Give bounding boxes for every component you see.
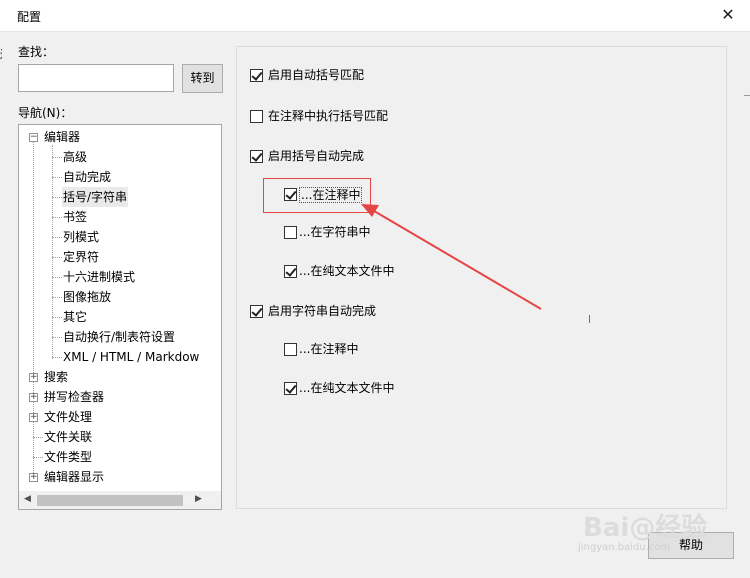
tree-connector — [52, 277, 62, 278]
checkbox[interactable] — [250, 69, 263, 82]
option-label: 在注释中执行括号匹配 — [268, 109, 389, 123]
tree-item-wrap-tabs[interactable]: 自动换行/制表符设置 — [63, 327, 175, 347]
scroll-right-icon[interactable]: ▶ — [190, 491, 207, 508]
option-label: 启用自动括号匹配 — [268, 68, 365, 82]
tree-line-root — [33, 141, 34, 479]
scroll-thumb[interactable] — [37, 495, 183, 506]
watermark-url: jingyan.baidu.com — [578, 542, 671, 553]
dialog-title: 配置 — [17, 10, 42, 24]
annotation-arrow — [361, 204, 542, 310]
tree-connector — [52, 357, 62, 358]
tree-connector — [52, 337, 62, 338]
tree-item-file-associations[interactable]: 文件关联 — [44, 427, 92, 447]
collapse-icon[interactable]: − — [29, 133, 38, 142]
close-icon[interactable]: ✕ — [718, 5, 738, 25]
tree-item-column-mode[interactable]: 列模式 — [63, 227, 99, 247]
checkbox[interactable] — [250, 305, 263, 318]
config-dialog: 配置 ✕ 还 查找： 转到 导航(N)： − 编辑器 高级 自动完成 括号/字符… — [0, 0, 750, 578]
expand-icon[interactable]: + — [29, 393, 38, 402]
checkbox[interactable] — [284, 382, 297, 395]
tree-item-label: 编辑器 — [44, 130, 81, 144]
search-label: 查找： — [18, 45, 55, 59]
tree-item-brackets-strings[interactable]: 括号/字符串 — [62, 187, 129, 207]
goto-button[interactable]: 转到 — [182, 64, 223, 93]
search-input[interactable] — [18, 64, 174, 92]
tree-item-file-types[interactable]: 文件类型 — [44, 447, 92, 467]
tree-horizontal-scrollbar[interactable]: ◀ ▶ — [19, 491, 221, 509]
tree-connector — [33, 437, 43, 438]
checkbox[interactable] — [284, 343, 297, 356]
option-label: 启用括号自动完成 — [268, 149, 365, 163]
tree-item-bookmarks[interactable]: 书签 — [63, 207, 87, 227]
checkbox[interactable] — [250, 150, 263, 163]
expand-icon[interactable]: + — [29, 473, 38, 482]
tree-item-image-drag[interactable]: 图像拖放 — [63, 287, 111, 307]
tree-item-label: 拼写检查器 — [44, 390, 105, 404]
tree-connector — [52, 317, 62, 318]
tree-item-xml-html-markdown[interactable]: XML / HTML / Markdow — [63, 347, 199, 367]
tree-connector — [52, 157, 62, 158]
tree-connector — [52, 257, 62, 258]
expand-icon[interactable]: + — [29, 413, 38, 422]
tree-item-autocomplete[interactable]: 自动完成 — [63, 167, 111, 187]
tree-connector — [52, 197, 62, 198]
checkbox[interactable] — [250, 110, 263, 123]
scroll-left-icon[interactable]: ◀ — [19, 491, 36, 508]
tree-item-hex-mode[interactable]: 十六进制模式 — [63, 267, 135, 287]
nav-label: 导航(N)： — [18, 106, 73, 120]
nav-tree[interactable]: − 编辑器 高级 自动完成 括号/字符串 书签 列模式 定界符 十六进制模式 图… — [18, 124, 222, 510]
checkbox[interactable] — [284, 226, 297, 239]
expand-icon[interactable]: + — [29, 373, 38, 382]
tree-connector — [52, 217, 62, 218]
checkbox[interactable] — [284, 265, 297, 278]
tree-connector — [33, 457, 43, 458]
tree-item-label: 搜索 — [44, 370, 69, 384]
tree-connector — [52, 237, 62, 238]
tree-item-label: 编辑器显示 — [44, 470, 105, 484]
tree-item-delimiters[interactable]: 定界符 — [63, 247, 99, 267]
tree-item-advanced[interactable]: 高级 — [63, 147, 87, 167]
tree-item-other[interactable]: 其它 — [63, 307, 87, 327]
tree-connector — [52, 297, 62, 298]
option-label: ...在注释中 — [299, 342, 359, 356]
tree-connector — [52, 177, 62, 178]
watermark-brand: Bai@经验 — [583, 513, 708, 543]
tree-item-label: 文件处理 — [44, 410, 93, 424]
background-app-edge-right — [744, 95, 750, 106]
annotation-mark — [589, 315, 590, 323]
option-label: ...在纯文本文件中 — [299, 381, 395, 395]
background-app-edge-left: 还 — [0, 46, 2, 60]
title-bar: 配置 ✕ — [0, 0, 750, 32]
